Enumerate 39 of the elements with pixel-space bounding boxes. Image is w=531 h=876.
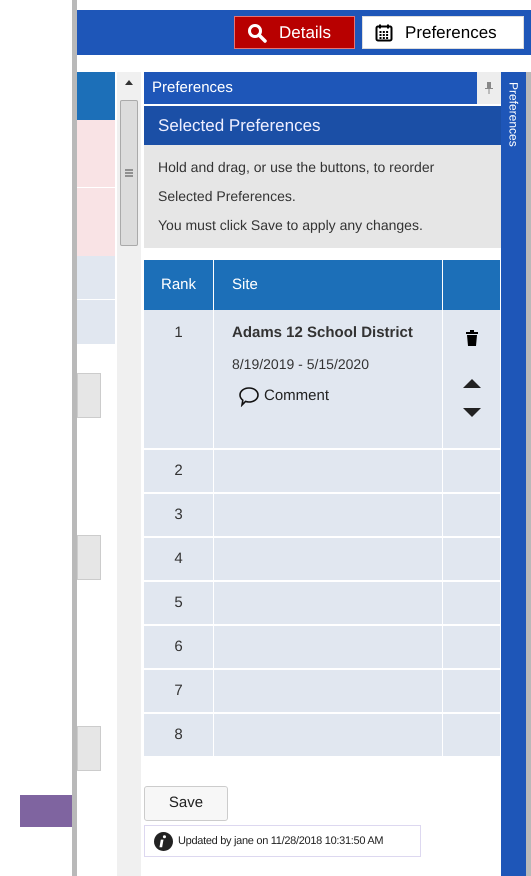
- speech-bubble-icon: [238, 384, 260, 407]
- save-button[interactable]: Save: [144, 786, 228, 821]
- rank-cell-text: 6: [174, 636, 183, 657]
- rank-cell-text: 1: [174, 323, 183, 343]
- instruction-text: Hold and drag, or use the buttons, to reorder: [158, 158, 436, 177]
- rank-cell-text: 4: [174, 548, 183, 569]
- move-down-icon[interactable]: [462, 408, 480, 417]
- side-tab[interactable]: Preferences: [501, 72, 526, 876]
- rank-cell-text: 8: [174, 724, 183, 745]
- preferences-button[interactable]: Preferences: [362, 16, 524, 49]
- grip-icon: [125, 169, 133, 177]
- side-strip: [20, 795, 72, 827]
- list-row: [77, 188, 115, 256]
- list-row: [77, 256, 115, 300]
- status-text: Updated by jane on 11/28/2018 10:31:50 AM: [178, 834, 384, 849]
- site-name: Adams 12 School District: [232, 323, 414, 343]
- pin-icon: [485, 82, 493, 94]
- comment-button[interactable]: Comment: [238, 384, 330, 407]
- rank-cell-text: 7: [174, 680, 183, 701]
- scroll-thumb[interactable]: [120, 100, 138, 246]
- instruction-text: You must click Save to apply any changes.: [158, 216, 424, 235]
- move-up-icon[interactable]: [462, 379, 480, 388]
- list-row: [77, 72, 115, 120]
- rank-cell-text: 2: [174, 460, 183, 481]
- calendar-icon: [375, 24, 393, 42]
- details-button[interactable]: Details: [234, 16, 355, 49]
- section-title: Selected Preferences: [144, 106, 501, 145]
- panel-header: Preferences: [144, 72, 477, 104]
- search-icon: [247, 22, 267, 42]
- list-row: [77, 300, 115, 344]
- trash-icon[interactable]: [466, 330, 478, 346]
- pin-button[interactable]: [477, 72, 501, 104]
- instruction-text: Selected Preferences.: [158, 187, 297, 206]
- site-dates: 8/19/2019 - 5/15/2020: [232, 354, 370, 374]
- rank-cell-text: 5: [174, 592, 183, 613]
- list-row: [77, 120, 115, 188]
- scroll-up-icon[interactable]: [125, 80, 133, 85]
- info-icon: [154, 832, 173, 850]
- rank-cell-text: 3: [174, 504, 183, 525]
